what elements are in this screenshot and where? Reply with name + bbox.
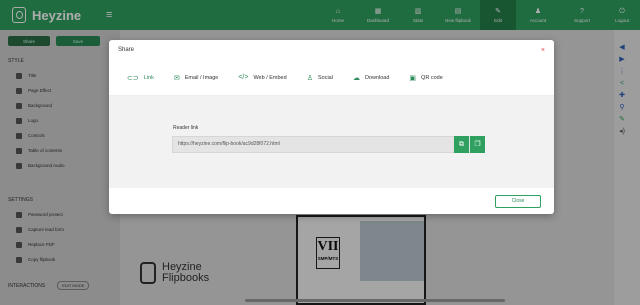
dialog-title: Share bbox=[118, 47, 135, 53]
open-link-button[interactable]: ⧉ bbox=[454, 136, 469, 153]
copy-link-button[interactable]: ❐ bbox=[470, 136, 485, 153]
open-link-icon: ⧉ bbox=[459, 141, 464, 148]
reader-link-label: Reader link bbox=[173, 125, 199, 131]
close-icon[interactable]: × bbox=[541, 47, 545, 54]
reader-link-field[interactable]: https://heyzine.com/flip-book/ac9d28f072… bbox=[172, 136, 474, 153]
tab-link[interactable]: ⊂⊃ Link bbox=[117, 60, 164, 96]
share-tabs: ⊂⊃ Link ✉ Email / Image </> Web / Embed ♙ So… bbox=[109, 60, 554, 96]
person-icon: ♙ bbox=[306, 74, 313, 82]
dialog-footer: Close bbox=[109, 188, 554, 214]
copy-icon: ❐ bbox=[474, 141, 481, 148]
tab-web-embed[interactable]: </> Web / Embed bbox=[228, 60, 296, 96]
download-cloud-icon: ☁ bbox=[352, 74, 360, 82]
link-panel: Reader link https://heyzine.com/flip-boo… bbox=[109, 96, 554, 188]
tab-email-image[interactable]: ✉ Email / Image bbox=[164, 60, 229, 96]
code-icon: </> bbox=[238, 74, 249, 81]
qr-code-icon: ▣ bbox=[409, 74, 417, 82]
tab-qr-code[interactable]: ▣ QR code bbox=[399, 60, 452, 96]
tab-social[interactable]: ♙ Social bbox=[297, 60, 343, 96]
link-icon: ⊂⊃ bbox=[127, 74, 139, 82]
share-dialog: Share × ⊂⊃ Link ✉ Email / Image </> Web / E… bbox=[109, 40, 554, 214]
tab-download[interactable]: ☁ Download bbox=[343, 60, 399, 96]
close-button[interactable]: Close bbox=[495, 195, 541, 208]
email-icon: ✉ bbox=[173, 74, 180, 82]
